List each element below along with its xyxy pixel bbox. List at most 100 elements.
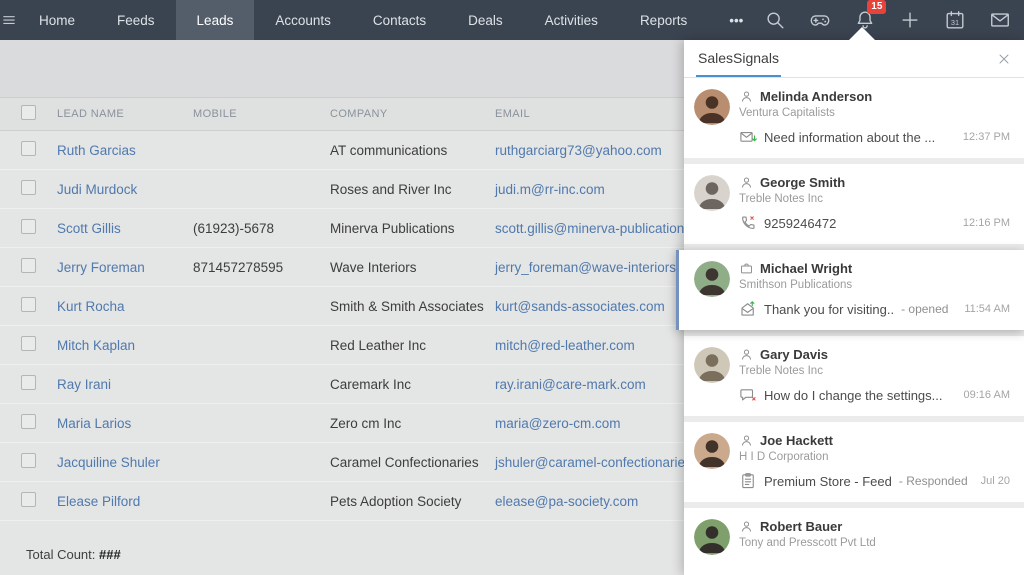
avatar	[694, 433, 730, 469]
row-checkbox[interactable]	[21, 297, 36, 312]
mobile-value: 871457278595	[193, 260, 330, 275]
row-checkbox[interactable]	[21, 336, 36, 351]
signal-message: Need information about the ...	[764, 130, 935, 145]
signal-card[interactable]: Melinda Anderson Ventura Capitalists Nee…	[684, 78, 1024, 158]
gamescope-icon[interactable]	[809, 9, 831, 31]
company-value: Wave Interiors	[330, 260, 495, 275]
lead-name-link[interactable]: Ruth Garcias	[57, 143, 136, 158]
lead-name-link[interactable]: Judi Murdock	[57, 182, 137, 197]
email-link[interactable]: kurt@sands-associates.com	[495, 299, 665, 314]
row-checkbox[interactable]	[21, 258, 36, 273]
total-count-label: Total Count:	[26, 547, 95, 562]
email-link[interactable]: ray.irani@care-mark.com	[495, 377, 646, 392]
lead-name-link[interactable]: Ray Irani	[57, 377, 111, 392]
panel-title: SalesSignals	[696, 40, 781, 77]
lead-name-link[interactable]: Elease Pilford	[57, 494, 140, 509]
email-icon[interactable]	[989, 9, 1011, 31]
lead-name-link[interactable]: Scott Gillis	[57, 221, 121, 236]
row-checkbox[interactable]	[21, 219, 36, 234]
contact-name: Michael Wright	[760, 261, 852, 276]
survey-icon	[739, 472, 757, 490]
email-link[interactable]: scott.gillis@minerva-publications	[495, 221, 691, 236]
company-value: Caremark Inc	[330, 377, 495, 392]
lead-name-link[interactable]: Mitch Kaplan	[57, 338, 135, 353]
signal-card[interactable]: Robert Bauer Tony and Presscott Pvt Ltd	[684, 508, 1024, 575]
row-checkbox[interactable]	[21, 414, 36, 429]
contact-name: George Smith	[760, 175, 845, 190]
briefcase-icon	[739, 261, 754, 276]
email-opened-icon	[739, 300, 757, 318]
calendar-icon[interactable]	[944, 9, 966, 31]
avatar	[694, 89, 730, 125]
nav-item-accounts[interactable]: Accounts	[254, 0, 352, 40]
signal-list: Melinda Anderson Ventura Capitalists Nee…	[684, 78, 1024, 575]
row-checkbox[interactable]	[21, 180, 36, 195]
hamburger-menu-icon[interactable]	[0, 0, 18, 40]
signal-card[interactable]: Gary Davis Treble Notes Inc How do I cha…	[684, 336, 1024, 416]
contact-name: Robert Bauer	[760, 519, 842, 534]
email-link[interactable]: judi.m@rr-inc.com	[495, 182, 605, 197]
signal-message: Thank you for visiting..	[764, 302, 894, 317]
person-icon	[739, 347, 754, 362]
contact-name: Joe Hackett	[760, 433, 833, 448]
nav-item-contacts[interactable]: Contacts	[352, 0, 447, 40]
nav-item-feeds[interactable]: Feeds	[96, 0, 176, 40]
lead-name-link[interactable]: Jacquiline Shuler	[57, 455, 160, 470]
email-link[interactable]: jerry_foreman@wave-interiors.co	[495, 260, 694, 275]
company-value: Smith & Smith Associates	[330, 299, 495, 314]
email-link[interactable]: elease@pa-society.com	[495, 494, 638, 509]
contact-name: Melinda Anderson	[760, 89, 872, 104]
signal-card[interactable]: Michael Wright Smithson Publications Tha…	[676, 250, 1024, 330]
signal-card[interactable]: George Smith Treble Notes Inc 9259246472…	[684, 164, 1024, 244]
contact-company: Ventura Capitalists	[739, 107, 1010, 119]
contact-company: Smithson Publications	[739, 279, 1010, 291]
contact-name: Gary Davis	[760, 347, 828, 362]
signal-time: 12:16 PM	[957, 217, 1010, 229]
row-checkbox[interactable]	[21, 492, 36, 507]
email-link[interactable]: jshuler@caramel-confectionaries	[495, 455, 692, 470]
notification-count-badge: 15	[867, 0, 886, 14]
row-checkbox[interactable]	[21, 141, 36, 156]
panel-caret	[849, 27, 875, 40]
panel-header: SalesSignals	[684, 40, 1024, 78]
close-icon[interactable]	[996, 51, 1012, 67]
contact-company: H I D Corporation	[739, 451, 1010, 463]
email-received-icon	[739, 128, 757, 146]
avatar	[694, 519, 730, 555]
signal-time: 12:37 PM	[957, 131, 1010, 143]
nav-actions: 15	[764, 0, 1024, 40]
quick-create-plus-icon[interactable]	[899, 9, 921, 31]
lead-name-link[interactable]: Kurt Rocha	[57, 299, 125, 314]
mobile-value: (61923)-5678	[193, 221, 330, 236]
signal-message: Premium Store - Feedba..	[764, 474, 892, 489]
column-header-lead-name[interactable]: LEAD NAME	[57, 108, 193, 120]
signal-message: 9259246472	[764, 216, 836, 231]
nav-item-reports[interactable]: Reports	[619, 0, 708, 40]
nav-item-leads[interactable]: Leads	[176, 0, 255, 40]
email-link[interactable]: mitch@red-leather.com	[495, 338, 635, 353]
company-value: Caramel Confectionaries	[330, 455, 495, 470]
nav-item-more[interactable]: •••	[708, 0, 764, 40]
search-icon[interactable]	[764, 9, 786, 31]
company-value: AT communications	[330, 143, 495, 158]
nav-item-activities[interactable]: Activities	[524, 0, 619, 40]
signal-status: - Responded	[899, 474, 968, 488]
person-icon	[739, 175, 754, 190]
email-link[interactable]: maria@zero-cm.com	[495, 416, 620, 431]
main-menu: Home Feeds Leads Accounts Contacts Deals…	[18, 0, 764, 40]
lead-name-link[interactable]: Jerry Foreman	[57, 260, 145, 275]
select-all-checkbox[interactable]	[21, 105, 36, 120]
person-icon	[739, 433, 754, 448]
lead-name-link[interactable]: Maria Larios	[57, 416, 131, 431]
row-checkbox[interactable]	[21, 453, 36, 468]
signal-time: 09:16 AM	[958, 389, 1010, 401]
missed-chat-icon	[739, 386, 757, 404]
contact-company: Treble Notes Inc	[739, 365, 1010, 377]
nav-item-home[interactable]: Home	[18, 0, 96, 40]
column-header-mobile[interactable]: MOBILE	[193, 108, 330, 120]
row-checkbox[interactable]	[21, 375, 36, 390]
nav-item-deals[interactable]: Deals	[447, 0, 524, 40]
signal-card[interactable]: Joe Hackett H I D Corporation Premium St…	[684, 422, 1024, 502]
column-header-company[interactable]: COMPANY	[330, 108, 495, 120]
email-link[interactable]: ruthgarciarg73@yahoo.com	[495, 143, 662, 158]
